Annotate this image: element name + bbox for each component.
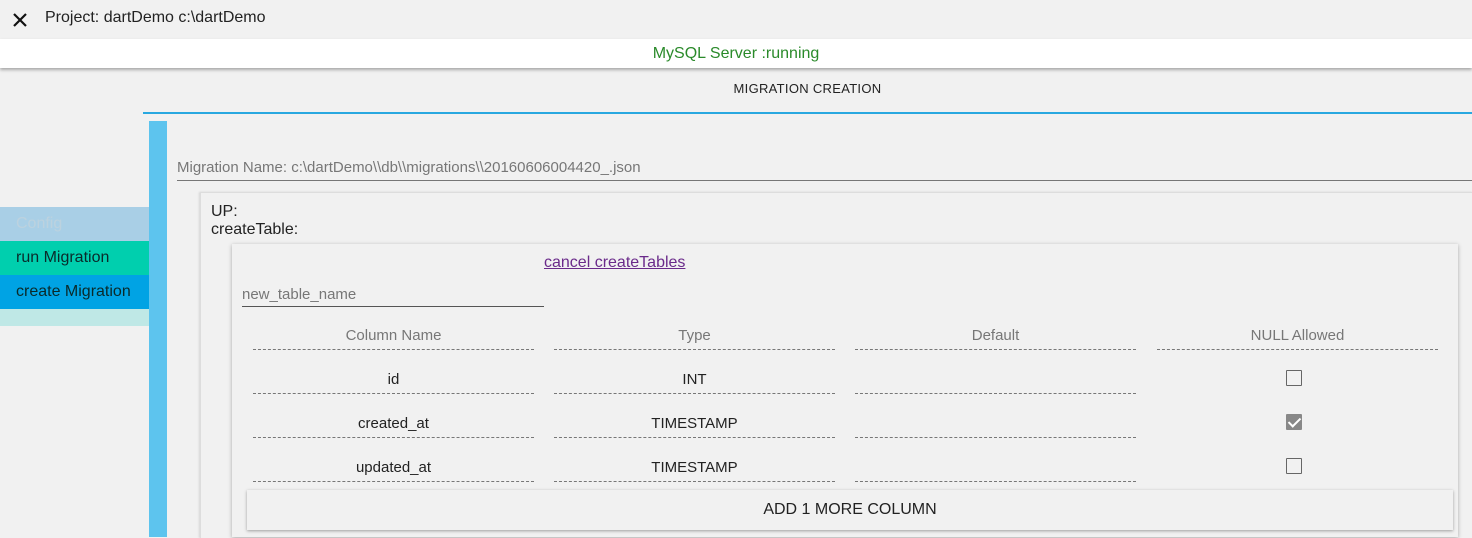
row-3-null-checkbox[interactable] — [1286, 458, 1302, 474]
column-header-type: Type — [554, 323, 835, 350]
sidebar-item-config[interactable]: Config — [0, 207, 150, 241]
column-header-default: Default — [855, 323, 1136, 350]
column-header-name: Column Name — [253, 323, 534, 350]
row-2-column-name[interactable]: created_at — [253, 411, 534, 438]
close-icon[interactable] — [8, 8, 32, 32]
sidebar-item-create-migration[interactable]: create Migration — [0, 275, 150, 309]
add-column-button[interactable]: ADD 1 MORE COLUMN — [247, 490, 1453, 530]
row-2-null-checkbox[interactable] — [1286, 414, 1302, 430]
title-bar: Project: dartDemo c:\dartDemo — [0, 0, 1472, 39]
tab-bar: MIGRATION CREATION — [143, 72, 1472, 114]
content-divider-bar — [149, 121, 167, 537]
row-1-type[interactable]: INT — [554, 367, 835, 394]
column-header-null-allowed: NULL Allowed — [1157, 323, 1438, 350]
create-table-label: createTable: — [211, 221, 299, 238]
migration-name-text: Migration Name: c:\dartDemo\\db\\migrati… — [177, 159, 641, 176]
sidebar-item-empty — [0, 309, 150, 326]
table-name-placeholder: new_table_name — [242, 286, 357, 303]
row-1-null-checkbox[interactable] — [1286, 370, 1302, 386]
tab-migration-creation[interactable]: MIGRATION CREATION — [143, 81, 1472, 96]
row-2-type[interactable]: TIMESTAMP — [554, 411, 835, 438]
row-3-type[interactable]: TIMESTAMP — [554, 455, 835, 482]
server-status: MySQL Server :running — [652, 45, 820, 62]
row-1-default[interactable] — [855, 367, 1136, 394]
sidebar-item-run-migration[interactable]: run Migration — [0, 241, 150, 275]
migration-name-field[interactable]: Migration Name: c:\dartDemo\\db\\migrati… — [177, 154, 1472, 181]
cancel-create-tables-link[interactable]: cancel createTables — [544, 254, 685, 272]
row-3-column-name[interactable]: updated_at — [253, 455, 534, 482]
row-1-column-name[interactable]: id — [253, 367, 534, 394]
sidebar-menu: Config run Migration create Migration — [0, 207, 150, 326]
create-table-card: cancel createTables new_table_name Colum… — [232, 244, 1458, 537]
table-name-input[interactable]: new_table_name — [242, 282, 544, 307]
window-title: Project: dartDemo c:\dartDemo — [45, 9, 266, 26]
row-3-default[interactable] — [855, 455, 1136, 482]
status-bar: MySQL Server :running — [0, 39, 1472, 68]
up-label: UP: — [211, 203, 238, 220]
row-2-default[interactable] — [855, 411, 1136, 438]
